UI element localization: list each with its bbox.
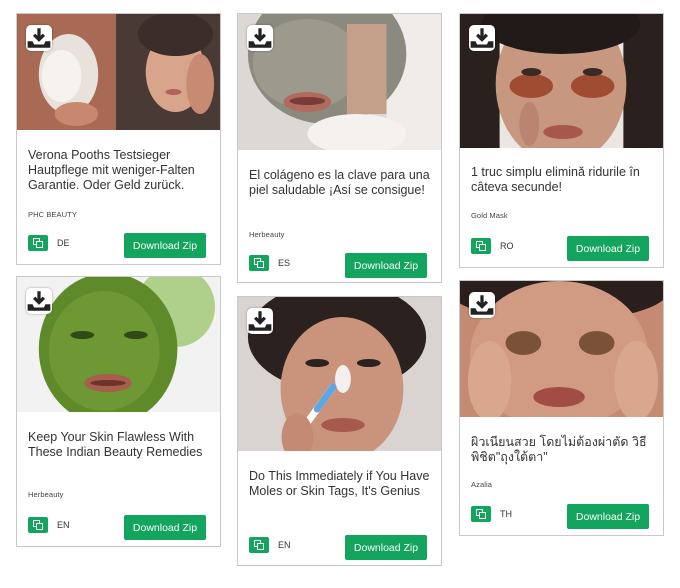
download-zip-button[interactable]: Download Zip <box>124 515 206 540</box>
download-zip-button[interactable]: Download Zip <box>345 535 427 560</box>
ad-title[interactable]: El colágeno es la clave para una piel sa… <box>249 168 431 198</box>
download-icon <box>27 28 51 48</box>
ad-image[interactable] <box>17 277 220 412</box>
ad-title[interactable]: Verona Pooths Testsieger Hautpflege mit … <box>28 148 210 193</box>
copy-button[interactable] <box>249 537 269 553</box>
ad-brand: Azalia <box>471 480 493 489</box>
country-code: TH <box>500 509 512 519</box>
ad-brand: Herbeauty <box>28 490 64 499</box>
ad-image[interactable] <box>460 14 663 148</box>
download-badge[interactable] <box>469 292 495 318</box>
download-zip-button[interactable]: Download Zip <box>124 233 206 258</box>
copy-icon <box>33 238 43 248</box>
ad-image[interactable] <box>238 297 441 451</box>
ad-brand: Gold Mask <box>471 211 508 220</box>
copy-button[interactable] <box>28 235 48 251</box>
copy-icon <box>254 258 264 268</box>
download-badge[interactable] <box>26 25 52 51</box>
ad-image[interactable] <box>460 281 663 417</box>
ad-card-5[interactable]: Do This Immediately if You Have Moles or… <box>237 296 442 566</box>
country-code: EN <box>278 540 291 550</box>
country-code: EN <box>57 520 70 530</box>
ad-image[interactable] <box>238 14 441 150</box>
download-badge[interactable] <box>247 25 273 51</box>
copy-button[interactable] <box>249 255 269 271</box>
copy-button[interactable] <box>28 517 48 533</box>
copy-icon <box>254 540 264 550</box>
download-badge[interactable] <box>247 308 273 334</box>
country-code: RO <box>500 241 514 251</box>
download-zip-button[interactable]: Download Zip <box>345 253 427 278</box>
download-icon <box>470 28 494 48</box>
copy-icon <box>476 509 486 519</box>
ad-card-6[interactable]: ผิวเนียนสวย โดยไม่ต้องผ่าตัด วิธีพิชิต"ถ… <box>459 280 664 536</box>
ad-card-3[interactable]: 1 truc simplu elimină ridurile în câteva… <box>459 13 664 268</box>
ad-card-2[interactable]: El colágeno es la clave para una piel sa… <box>237 13 442 283</box>
ad-card-4[interactable]: Keep Your Skin Flawless With These India… <box>16 276 221 547</box>
copy-icon <box>33 520 43 530</box>
ad-title[interactable]: 1 truc simplu elimină ridurile în câteva… <box>471 165 653 195</box>
download-badge[interactable] <box>26 288 52 314</box>
download-zip-button[interactable]: Download Zip <box>567 236 649 261</box>
download-badge[interactable] <box>469 25 495 51</box>
ad-brand: Herbeauty <box>249 230 285 239</box>
ad-title[interactable]: Keep Your Skin Flawless With These India… <box>28 430 210 460</box>
download-zip-button[interactable]: Download Zip <box>567 504 649 529</box>
copy-button[interactable] <box>471 506 491 522</box>
ad-title[interactable]: Do This Immediately if You Have Moles or… <box>249 469 431 499</box>
copy-icon <box>476 241 486 251</box>
download-icon <box>248 28 272 48</box>
download-icon <box>470 295 494 315</box>
ad-image[interactable] <box>17 14 220 130</box>
copy-button[interactable] <box>471 238 491 254</box>
country-code: ES <box>278 258 291 268</box>
download-icon <box>27 291 51 311</box>
ad-card-1[interactable]: Verona Pooths Testsieger Hautpflege mit … <box>16 13 221 265</box>
download-icon <box>248 311 272 331</box>
country-code: DE <box>57 238 70 248</box>
ad-title[interactable]: ผิวเนียนสวย โดยไม่ต้องผ่าตัด วิธีพิชิต"ถ… <box>471 435 653 465</box>
ad-brand: PHC BEAUTY <box>28 210 77 219</box>
